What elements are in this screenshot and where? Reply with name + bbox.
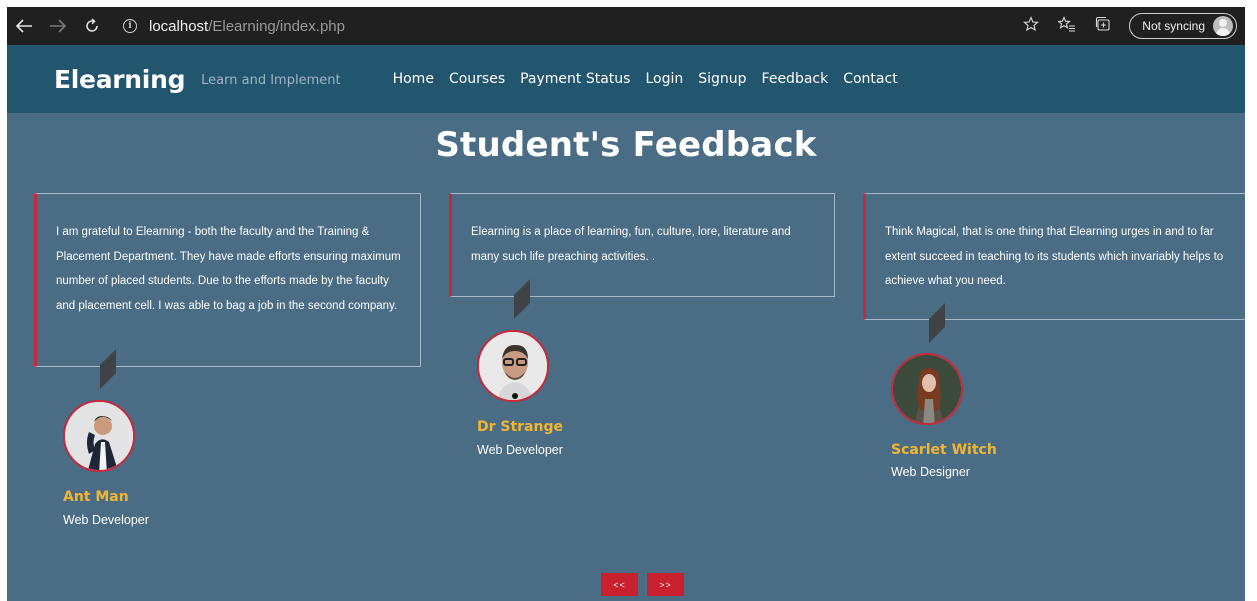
testimonial-name: Ant Man (63, 489, 129, 505)
avatar (63, 400, 135, 472)
nav-signup[interactable]: Signup (698, 71, 746, 87)
site-header: Elearning Learn and Implement Home Cours… (7, 45, 1245, 113)
collections-icon[interactable] (1093, 16, 1113, 36)
avatar (891, 353, 963, 425)
testimonial-role: Web Designer (891, 465, 970, 479)
url-text[interactable]: localhost/Elearning/index.php (149, 18, 345, 35)
nav-courses[interactable]: Courses (449, 71, 505, 87)
forward-arrow-icon[interactable] (41, 9, 75, 43)
testimonial-role: Web Developer (63, 513, 149, 527)
back-arrow-icon[interactable] (7, 9, 41, 43)
testimonial-role: Web Developer (477, 443, 563, 457)
page-content: Elearning Learn and Implement Home Cours… (7, 45, 1245, 601)
site-info-icon[interactable]: i (123, 19, 137, 33)
refresh-icon[interactable] (75, 9, 109, 43)
testimonial-quote: Elearning is a place of learning, fun, c… (449, 193, 835, 297)
brand-tagline: Learn and Implement (201, 73, 341, 88)
favorites-list-icon[interactable] (1057, 16, 1077, 36)
url-path: /Elearning/index.php (208, 17, 345, 35)
address-bar[interactable]: i localhost/Elearning/index.php (123, 11, 993, 41)
next-button[interactable]: >> (647, 573, 684, 596)
favorite-star-icon[interactable] (1021, 16, 1041, 36)
nav-home[interactable]: Home (393, 71, 434, 87)
testimonial-name: Dr Strange (477, 419, 564, 435)
url-host: localhost (149, 17, 209, 35)
sync-profile-button[interactable]: Not syncing (1129, 13, 1237, 39)
profile-avatar-icon (1213, 16, 1233, 36)
carousel-pager: << >> (601, 573, 684, 596)
sync-label: Not syncing (1142, 19, 1205, 33)
nav-login[interactable]: Login (645, 71, 683, 87)
testimonial-name: Scarlet Witch (891, 442, 997, 458)
main-nav: Home Courses Payment Status Login Signup… (393, 71, 898, 87)
section-title: Student's Feedback (435, 125, 817, 165)
brand-logo[interactable]: Elearning (54, 65, 185, 94)
nav-feedback[interactable]: Feedback (762, 71, 829, 87)
testimonial-quote: I am grateful to Elearning - both the fa… (34, 193, 421, 367)
nav-payment-status[interactable]: Payment Status (520, 71, 630, 87)
browser-toolbar: i localhost/Elearning/index.php Not sync… (7, 7, 1245, 45)
avatar (477, 330, 549, 402)
prev-button[interactable]: << (601, 573, 638, 596)
nav-contact[interactable]: Contact (843, 71, 897, 87)
testimonial-quote: Think Magical, that is one thing that El… (863, 193, 1245, 320)
